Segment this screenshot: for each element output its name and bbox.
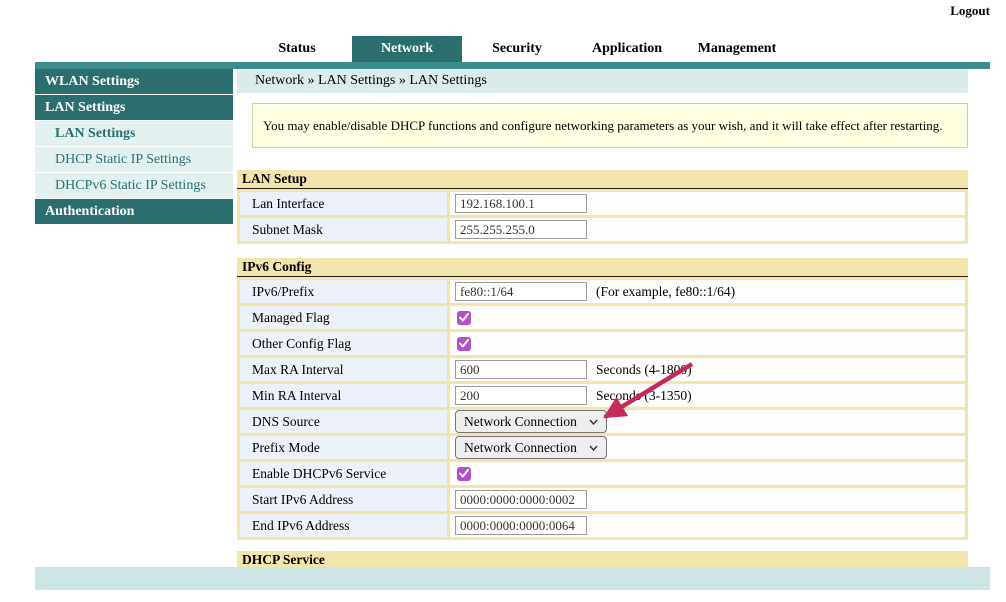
- row-min-ra-interval: Min RA Interval Seconds (3-1350): [240, 384, 965, 407]
- dns-source-selected-value: Network Connection: [464, 414, 577, 430]
- row-other-config-flag: Other Config Flag: [240, 332, 965, 355]
- value-cell-subnet-mask: [450, 218, 965, 241]
- footer-strip: [35, 567, 990, 590]
- sidebar-item-dhcp-static-ip-settings[interactable]: DHCP Static IP Settings: [35, 147, 233, 173]
- check-icon: [459, 313, 469, 322]
- value-cell-dns-source: Network Connection: [450, 410, 965, 433]
- label-subnet-mask: Subnet Mask: [240, 218, 447, 241]
- check-icon: [459, 339, 469, 348]
- label-managed-flag: Managed Flag: [240, 306, 447, 329]
- nav-divider-bar: [35, 62, 990, 69]
- router-admin-page: Logout StatusNetworkSecurityApplicationM…: [0, 0, 1006, 602]
- value-cell-lan-interface: [450, 192, 965, 215]
- min-ra-interval-input[interactable]: [455, 386, 587, 405]
- ipv6-config-section: IPv6 Config IPv6/Prefix (For example, fe8…: [237, 258, 968, 540]
- tab-application[interactable]: Application: [572, 36, 682, 62]
- value-cell-ipv6-prefix: (For example, fe80::1/64): [450, 280, 965, 303]
- value-cell-start-ipv6-address: [450, 488, 965, 511]
- prefix-mode-select[interactable]: Network Connection: [455, 436, 607, 459]
- label-lan-interface: Lan Interface: [240, 192, 447, 215]
- label-enable-dhcpv6-service: Enable DHCPv6 Service: [240, 462, 447, 485]
- check-icon: [459, 469, 469, 478]
- label-max-ra-interval: Max RA Interval: [240, 358, 447, 381]
- tab-management[interactable]: Management: [682, 36, 792, 62]
- label-prefix-mode: Prefix Mode: [240, 436, 447, 459]
- row-enable-dhcpv6-service: Enable DHCPv6 Service: [240, 462, 965, 485]
- sidebar-item-lan-settings[interactable]: LAN Settings: [35, 95, 233, 121]
- value-cell-other-config-flag: [450, 332, 965, 355]
- sidebar-item-lan-settings[interactable]: LAN Settings: [35, 121, 233, 147]
- value-cell-max-ra-interval: Seconds (4-1800): [450, 358, 965, 381]
- label-ipv6-prefix: IPv6/Prefix: [240, 280, 447, 303]
- label-end-ipv6-address: End IPv6 Address: [240, 514, 447, 537]
- min-ra-interval-note: Seconds (3-1350): [596, 388, 692, 404]
- end-ipv6-address-input[interactable]: [455, 516, 587, 535]
- max-ra-interval-input[interactable]: [455, 360, 587, 379]
- managed-flag-checkbox[interactable]: [457, 311, 471, 325]
- sidebar: WLAN SettingsLAN SettingsLAN SettingsDHC…: [35, 69, 233, 225]
- sidebar-item-dhcpv6-static-ip-settings[interactable]: DHCPv6 Static IP Settings: [35, 173, 233, 199]
- enable-dhcpv6-service-checkbox[interactable]: [457, 467, 471, 481]
- row-managed-flag: Managed Flag: [240, 306, 965, 329]
- row-lan-interface: Lan Interface: [240, 192, 965, 215]
- label-min-ra-interval: Min RA Interval: [240, 384, 447, 407]
- section-title-lan-setup: LAN Setup: [237, 170, 968, 189]
- tab-network[interactable]: Network: [352, 36, 462, 62]
- notice-box: You may enable/disable DHCP functions an…: [252, 103, 968, 148]
- chevron-down-icon: [589, 419, 598, 425]
- dns-source-select[interactable]: Network Connection: [455, 410, 607, 433]
- notice-text: You may enable/disable DHCP functions an…: [263, 118, 943, 134]
- row-max-ra-interval: Max RA Interval Seconds (4-1800): [240, 358, 965, 381]
- row-ipv6-prefix: IPv6/Prefix (For example, fe80::1/64): [240, 280, 965, 303]
- row-dns-source: DNS Source Network Connection: [240, 410, 965, 433]
- tab-security[interactable]: Security: [462, 36, 572, 62]
- sidebar-item-wlan-settings[interactable]: WLAN Settings: [35, 69, 233, 95]
- ipv6-prefix-note: (For example, fe80::1/64): [596, 284, 735, 300]
- value-cell-min-ra-interval: Seconds (3-1350): [450, 384, 965, 407]
- breadcrumb: Network » LAN Settings » LAN Settings: [237, 69, 968, 93]
- label-other-config-flag: Other Config Flag: [240, 332, 447, 355]
- section-title-ipv6-config: IPv6 Config: [237, 258, 968, 277]
- label-start-ipv6-address: Start IPv6 Address: [240, 488, 447, 511]
- top-nav-tabs: StatusNetworkSecurityApplicationManageme…: [242, 36, 792, 62]
- lan-setup-section: LAN Setup Lan Interface Subnet Mask: [237, 170, 968, 244]
- label-dns-source: DNS Source: [240, 410, 447, 433]
- row-start-ipv6-address: Start IPv6 Address: [240, 488, 965, 511]
- row-subnet-mask: Subnet Mask: [240, 218, 965, 241]
- chevron-down-icon: [589, 445, 598, 451]
- row-end-ipv6-address: End IPv6 Address: [240, 514, 965, 537]
- ipv6-prefix-input[interactable]: [455, 282, 587, 301]
- value-cell-managed-flag: [450, 306, 965, 329]
- tab-status[interactable]: Status: [242, 36, 352, 62]
- max-ra-interval-note: Seconds (4-1800): [596, 362, 692, 378]
- value-cell-prefix-mode: Network Connection: [450, 436, 965, 459]
- value-cell-end-ipv6-address: [450, 514, 965, 537]
- subnet-mask-input[interactable]: [455, 220, 587, 239]
- logout-link[interactable]: Logout: [950, 3, 990, 19]
- other-config-flag-checkbox[interactable]: [457, 337, 471, 351]
- prefix-mode-selected-value: Network Connection: [464, 440, 577, 456]
- lan-interface-input[interactable]: [455, 194, 587, 213]
- row-prefix-mode: Prefix Mode Network Connection: [240, 436, 965, 459]
- start-ipv6-address-input[interactable]: [455, 490, 587, 509]
- value-cell-enable-dhcpv6-service: [450, 462, 965, 485]
- sidebar-item-authentication[interactable]: Authentication: [35, 199, 233, 225]
- section-title-dhcp-service: DHCP Service: [237, 551, 968, 567]
